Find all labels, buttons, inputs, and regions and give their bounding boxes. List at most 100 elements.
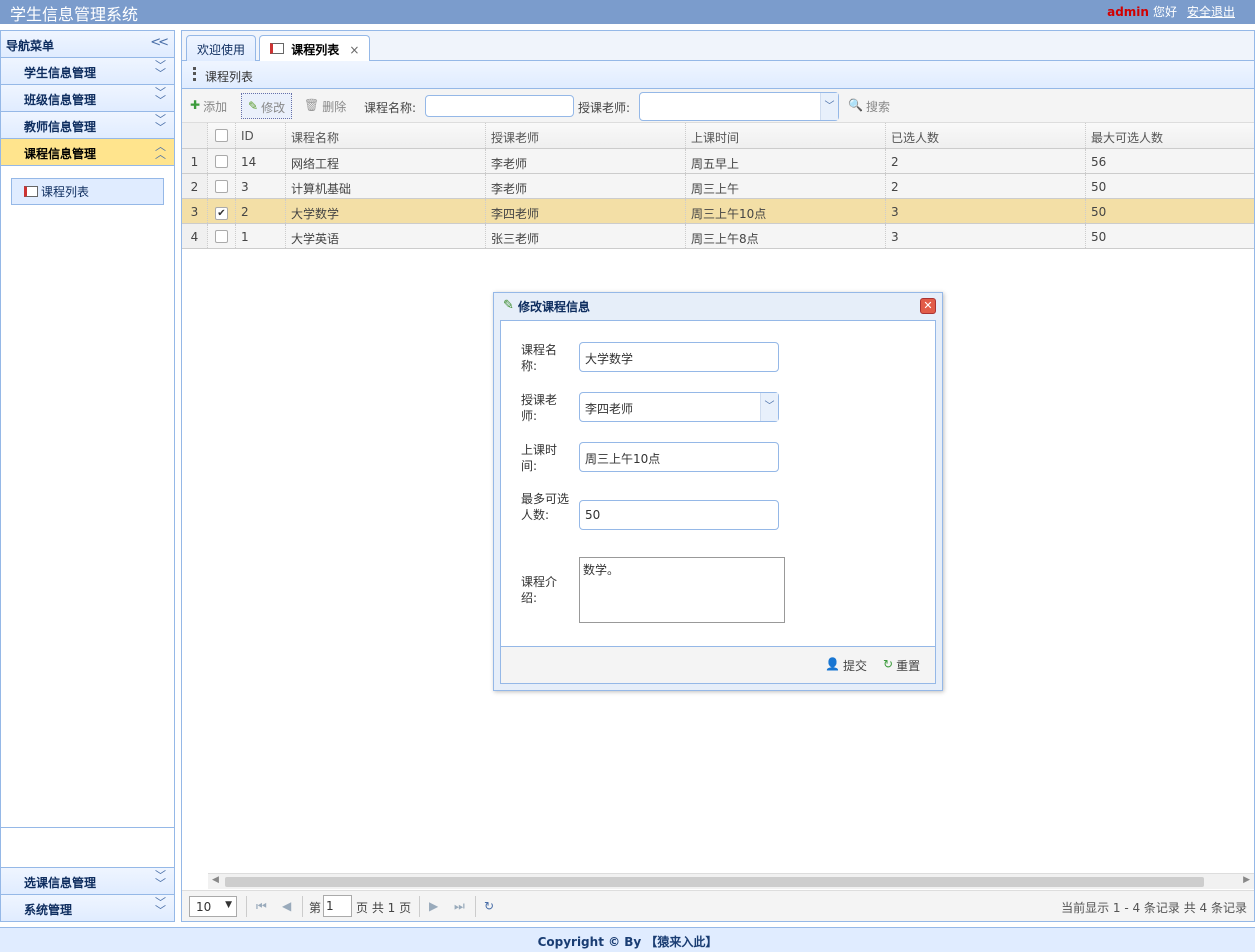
table-row[interactable]: 4 1 大学英语 张三老师 周三上午8点 3 50 — [182, 224, 1254, 249]
refresh-icon: ↻ — [883, 657, 894, 671]
grip-icon — [193, 67, 196, 81]
header-max[interactable]: 最大可选人数 — [1086, 123, 1254, 148]
delete-button[interactable]: 🗑 删除 — [298, 93, 352, 119]
header-name[interactable]: 课程名称 — [286, 123, 486, 148]
cell-id: 1 — [236, 224, 286, 248]
copyright-text: Copyright © By 【猿来入此】 — [537, 935, 718, 949]
horizontal-scrollbar[interactable]: ◀ ▶ — [208, 873, 1254, 889]
teacher-label: 授课老师: — [521, 393, 558, 423]
cell-name: 网络工程 — [286, 149, 486, 173]
chevron-double-down-icon: ﹀ ﹀ — [155, 869, 166, 890]
teacher-select[interactable]: 李四老师 ﹀ — [579, 392, 779, 422]
course-name-label: 课程名称: — [521, 343, 558, 373]
cell-teacher: 李四老师 — [486, 199, 686, 223]
cell-name: 大学英语 — [286, 224, 486, 248]
submenu-item-course-list[interactable]: 课程列表 — [11, 178, 164, 205]
table-row[interactable]: 1 14 网络工程 李老师 周五早上 2 56 — [182, 149, 1254, 174]
table-header-row: ID 课程名称 授课老师 上课时间 已选人数 最大可选人数 — [182, 123, 1254, 149]
cell-teacher: 李老师 — [486, 174, 686, 198]
row-checkbox[interactable] — [215, 230, 228, 243]
submit-label: 提交 — [842, 659, 867, 673]
book-icon — [270, 43, 284, 54]
divider — [475, 896, 476, 917]
prev-page-icon[interactable]: ◀ — [282, 899, 291, 913]
select-all-checkbox[interactable] — [215, 129, 228, 142]
sidebar-item-label: 学生信息管理 — [24, 66, 97, 80]
plus-icon: ✚ — [190, 98, 201, 112]
sidebar-item-course[interactable]: 课程信息管理 ︿ ︿ — [1, 139, 174, 166]
table-row-selected[interactable]: 3 ✔ 2 大学数学 李四老师 周三上午10点 3 50 — [182, 199, 1254, 224]
username: admin — [1107, 5, 1149, 19]
sidebar-item-system[interactable]: 系统管理 ﹀ ﹀ — [1, 894, 174, 921]
course-name-field[interactable]: 大学数学 — [579, 342, 779, 372]
chevron-down-icon[interactable]: ﹀ — [760, 393, 778, 421]
dialog-body: 课程名称: 大学数学 授课老师: 李四老师 ﹀ 上课时间: 周三上午10点 最多… — [500, 320, 936, 647]
close-icon[interactable]: × — [349, 43, 359, 57]
last-page-icon[interactable]: ⏭ — [454, 899, 465, 914]
sidebar-item-class[interactable]: 班级信息管理 ﹀ ﹀ — [1, 85, 174, 112]
cell-max: 50 — [1091, 205, 1107, 219]
submit-button[interactable]: 👤 提交 — [825, 657, 867, 674]
course-name-input[interactable] — [425, 95, 574, 117]
sidebar-item-label: 课程信息管理 — [24, 147, 97, 161]
teacher-select[interactable]: ﹀ — [639, 92, 839, 121]
page-size-select[interactable]: 10 ▼ — [189, 896, 237, 917]
row-checkbox-cell: ✔ — [208, 199, 236, 223]
logout-link[interactable]: 安全退出 — [1187, 5, 1235, 19]
cell-selected: 2 — [886, 174, 1086, 198]
header-id[interactable]: ID — [236, 123, 286, 148]
tab-welcome[interactable]: 欢迎使用 — [186, 35, 257, 61]
header-teacher[interactable]: 授课老师 — [486, 123, 686, 148]
book-icon — [24, 186, 38, 197]
collapse-left-icon[interactable]: << — [150, 35, 169, 50]
row-checkbox-checked[interactable]: ✔ — [215, 207, 228, 220]
search-icon: 🔍 — [848, 98, 863, 112]
scroll-left-icon[interactable]: ◀ — [212, 875, 219, 885]
sidebar-item-student[interactable]: 学生信息管理 ﹀ ﹀ — [1, 58, 174, 85]
toolbar: ✚ 添加 ✎ 修改 🗑 删除 课程名称: 授课老师: ﹀ 🔍 搜索 — [182, 89, 1254, 123]
edit-button[interactable]: ✎ 修改 — [241, 93, 293, 119]
cell-selected: 3 — [886, 224, 1086, 248]
close-icon[interactable]: ✕ — [920, 298, 936, 314]
divider — [302, 896, 303, 917]
search-label: 搜索 — [865, 100, 890, 114]
cell-name: 计算机基础 — [286, 174, 486, 198]
sidebar-item-label: 班级信息管理 — [24, 93, 97, 107]
search-button[interactable]: 🔍 搜索 — [842, 93, 896, 119]
tab-course-list[interactable]: 课程列表 × — [259, 35, 371, 62]
tab-bar: 欢迎使用 课程列表 × — [182, 31, 1254, 62]
row-checkbox[interactable] — [215, 155, 228, 168]
chevron-double-down-icon: ﹀ ﹀ — [155, 113, 166, 134]
table-row[interactable]: 2 3 计算机基础 李老师 周三上午 2 50 — [182, 174, 1254, 199]
row-checkbox-cell — [208, 174, 236, 198]
page-number-input[interactable]: 1 — [323, 895, 352, 917]
max-field[interactable]: 50 — [579, 500, 779, 530]
cell-name: 大学数学 — [286, 199, 486, 223]
header-time[interactable]: 上课时间 — [686, 123, 886, 148]
refresh-icon[interactable]: ↻ — [484, 899, 494, 913]
scroll-right-icon[interactable]: ▶ — [1243, 875, 1250, 885]
chevron-double-down-icon: ﹀ ﹀ — [155, 86, 166, 107]
reset-label: 重置 — [896, 659, 921, 673]
sidebar-item-selection[interactable]: 选课信息管理 ﹀ ﹀ — [1, 867, 174, 894]
cell-teacher: 张三老师 — [486, 224, 686, 248]
next-page-icon[interactable]: ▶ — [429, 899, 438, 913]
row-checkbox-cell — [208, 149, 236, 173]
panel-title: 课程列表 — [205, 70, 254, 84]
tab-label: 欢迎使用 — [197, 43, 246, 57]
cell-selected: 2 — [886, 149, 1086, 173]
row-checkbox-cell — [208, 224, 236, 248]
reset-button[interactable]: ↻ 重置 — [883, 657, 920, 674]
intro-textarea[interactable]: 数学。 — [579, 557, 785, 623]
time-field[interactable]: 周三上午10点 — [579, 442, 779, 472]
greeting: 您好 — [1152, 5, 1177, 19]
chevron-down-icon[interactable]: ﹀ — [820, 93, 838, 120]
course-submenu: 课程列表 — [1, 166, 174, 828]
row-checkbox[interactable] — [215, 180, 228, 193]
first-page-icon[interactable]: ⏮ — [256, 899, 267, 914]
header-selected[interactable]: 已选人数 — [886, 123, 1086, 148]
add-button[interactable]: ✚ 添加 — [184, 93, 233, 119]
dialog-header[interactable]: ✎ 修改课程信息 ✕ — [500, 293, 936, 320]
sidebar-item-teacher[interactable]: 教师信息管理 ﹀ ﹀ — [1, 112, 174, 139]
scroll-thumb[interactable] — [225, 877, 1204, 887]
